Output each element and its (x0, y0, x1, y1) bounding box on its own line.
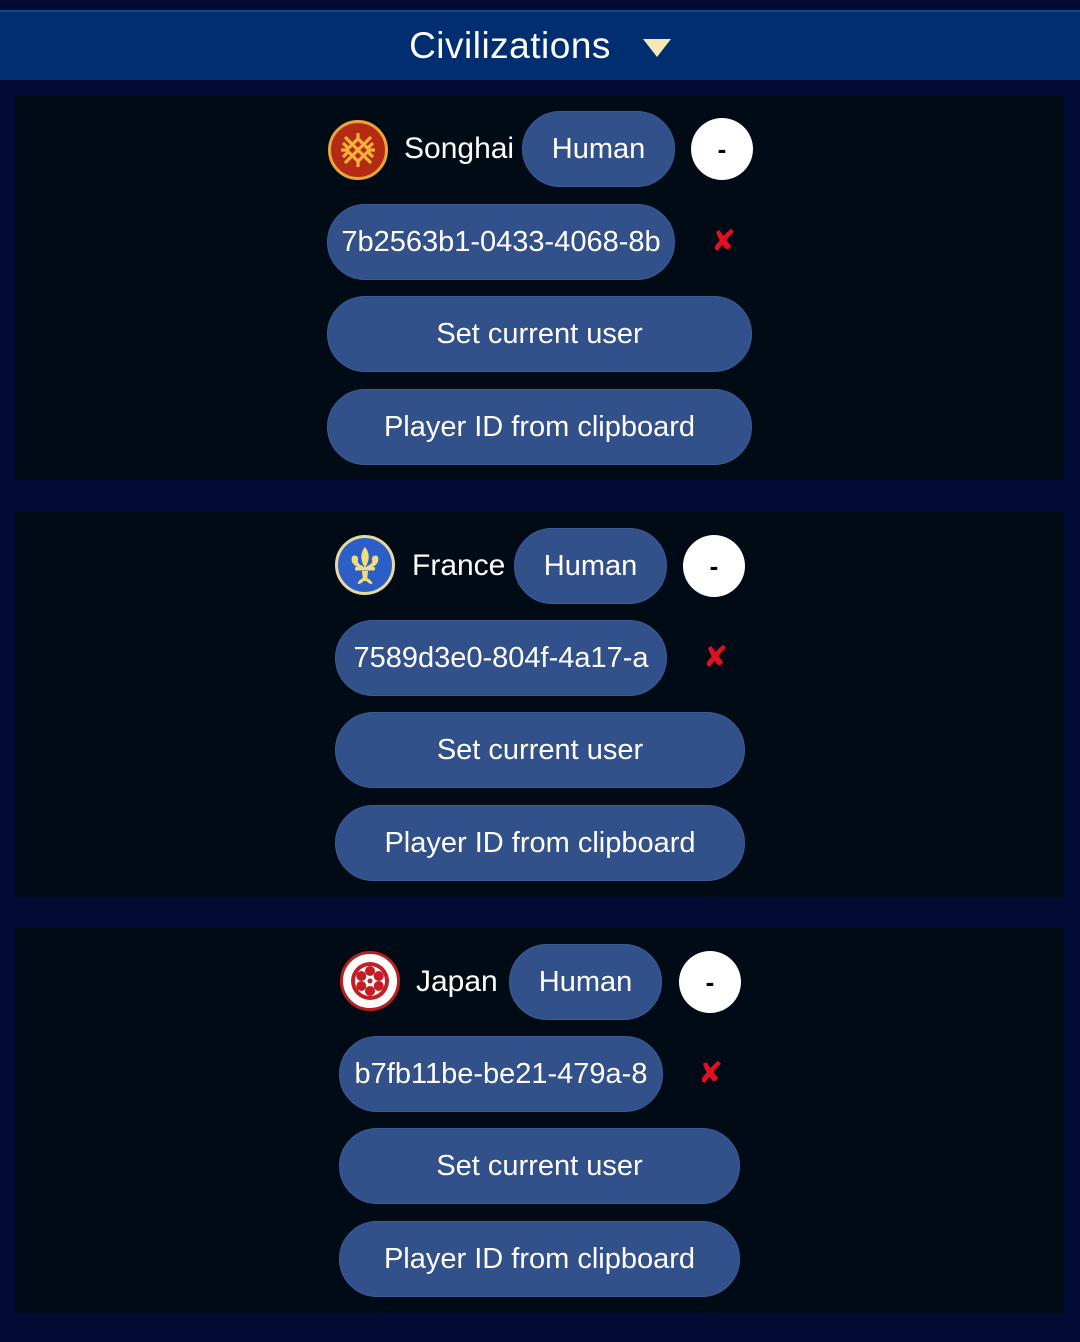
player-id-input[interactable]: 7b2563b1-0433-4068-8b (327, 204, 675, 280)
clear-player-id-icon[interactable]: ✘ (703, 643, 728, 673)
set-current-user-button[interactable]: Set current user (339, 1128, 740, 1204)
player-type-button[interactable]: Human (509, 944, 662, 1020)
songhai-emblem-icon (328, 120, 388, 180)
set-current-user-button[interactable]: Set current user (327, 296, 752, 372)
remove-player-button[interactable]: - (683, 535, 745, 597)
civilizations-header[interactable]: Civilizations (0, 10, 1080, 80)
dropdown-arrow-icon[interactable] (642, 39, 671, 57)
player-panel-japan: Japan Human - b7fb11be-be21-479a-8 ✘ Set… (15, 928, 1064, 1313)
player-id-from-clipboard-button[interactable]: Player ID from clipboard (339, 1221, 740, 1297)
clear-player-id-icon[interactable]: ✘ (711, 227, 736, 257)
player-id-from-clipboard-button[interactable]: Player ID from clipboard (327, 389, 752, 465)
player-type-button[interactable]: Human (514, 528, 667, 604)
top-edge (0, 0, 1080, 10)
player-id-input[interactable]: b7fb11be-be21-479a-8 (339, 1036, 663, 1112)
player-type-button[interactable]: Human (522, 111, 675, 187)
clear-player-id-icon[interactable]: ✘ (698, 1059, 723, 1089)
remove-player-button[interactable]: - (679, 951, 741, 1013)
player-id-from-clipboard-button[interactable]: Player ID from clipboard (335, 805, 745, 881)
player-header-row: France Human - (15, 527, 1064, 605)
player-header-row: Songhai Human - (15, 110, 1064, 188)
header-title: Civilizations (409, 25, 611, 66)
player-id-input[interactable]: 7589d3e0-804f-4a17-a (335, 620, 667, 696)
player-panel-songhai: Songhai Human - 7b2563b1-0433-4068-8b ✘ … (15, 96, 1064, 480)
set-current-user-button[interactable]: Set current user (335, 712, 745, 788)
player-panel-france: France Human - 7589d3e0-804f-4a17-a ✘ Se… (15, 512, 1064, 897)
japan-mon-icon (340, 951, 400, 1011)
civ-name: France (412, 549, 506, 582)
remove-player-button[interactable]: - (691, 118, 753, 180)
fleur-de-lis-icon (335, 535, 395, 595)
player-header-row: Japan Human - (15, 943, 1064, 1021)
civ-name: Songhai (404, 132, 515, 165)
civ-name: Japan (416, 965, 498, 998)
